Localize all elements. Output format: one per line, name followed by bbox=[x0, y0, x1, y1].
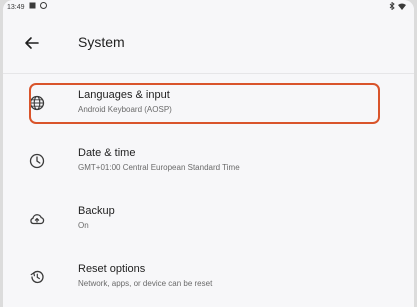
status-left: 13:49 bbox=[7, 2, 47, 12]
status-bar: 13:49 bbox=[3, 0, 414, 14]
settings-item-label: Date & time bbox=[78, 147, 136, 159]
globe-icon bbox=[29, 95, 45, 111]
status-time: 13:49 bbox=[7, 3, 25, 11]
settings-item-summary: On bbox=[78, 221, 89, 230]
notification-icon bbox=[29, 2, 36, 12]
settings-list: Languages & input Android Keyboard (AOSP… bbox=[3, 74, 414, 306]
settings-item-date-time[interactable]: Date & time GMT+01:00 Central European S… bbox=[3, 132, 414, 190]
status-right bbox=[389, 1, 406, 13]
app-bar: System bbox=[3, 14, 414, 74]
settings-item-languages-input[interactable]: Languages & input Android Keyboard (AOSP… bbox=[3, 74, 414, 132]
settings-item-label: Languages & input bbox=[78, 89, 170, 101]
history-icon bbox=[29, 269, 45, 285]
device-frame: 13:49 System Languages & input Android K… bbox=[0, 0, 417, 307]
settings-item-summary: GMT+01:00 Central European Standard Time bbox=[78, 163, 240, 172]
page-title: System bbox=[78, 34, 125, 50]
wifi-icon bbox=[398, 3, 406, 13]
clock-icon bbox=[29, 153, 45, 169]
back-button[interactable] bbox=[23, 34, 41, 52]
arrow-left-icon bbox=[25, 37, 39, 49]
screen: 13:49 System Languages & input Android K… bbox=[3, 0, 414, 307]
settings-item-summary: Network, apps, or device can be reset bbox=[78, 279, 213, 288]
settings-item-backup[interactable]: Backup On bbox=[3, 190, 414, 248]
notification-icon bbox=[39, 2, 47, 12]
cloud-upload-icon bbox=[29, 211, 45, 227]
settings-item-label: Backup bbox=[78, 205, 115, 217]
bluetooth-icon bbox=[389, 1, 395, 13]
settings-item-reset-options[interactable]: Reset options Network, apps, or device c… bbox=[3, 248, 414, 306]
settings-item-label: Reset options bbox=[78, 263, 146, 275]
settings-item-summary: Android Keyboard (AOSP) bbox=[78, 105, 172, 114]
